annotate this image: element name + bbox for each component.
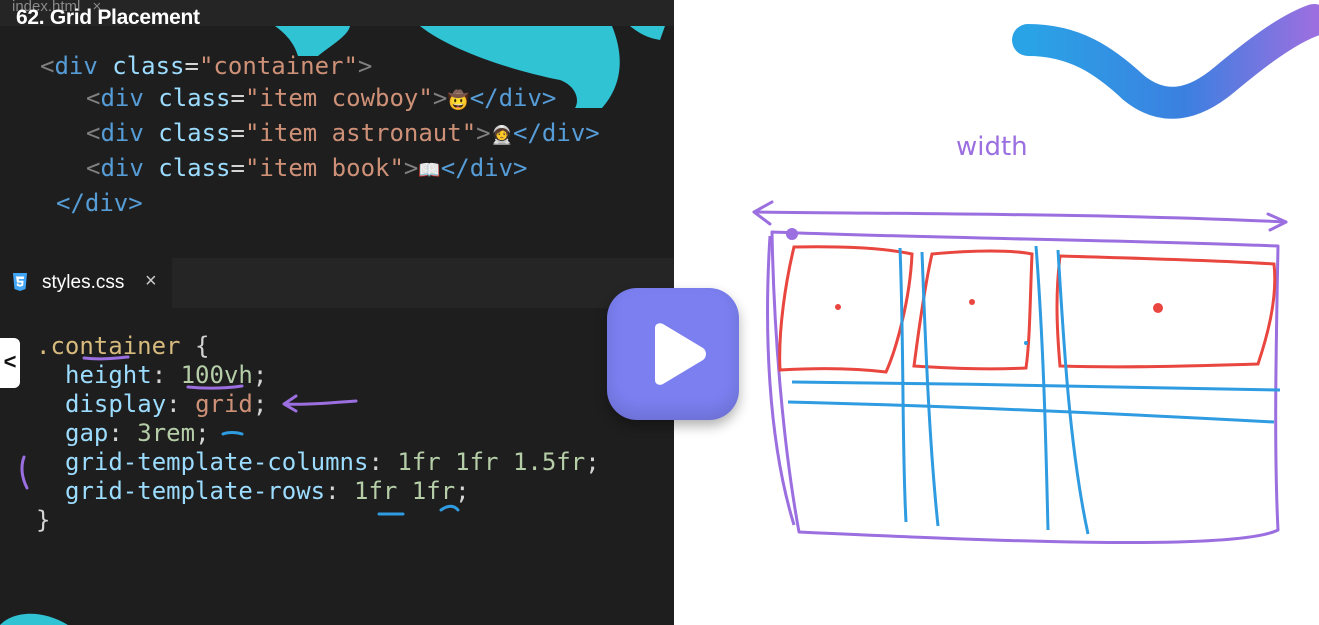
astronaut-emoji: 🧑‍🚀 (490, 125, 514, 146)
css-tab-bar: styles.css × (0, 258, 674, 308)
cowboy-emoji: 🤠 (447, 90, 470, 111)
html-line-4: <div class="item book">📖</div> (86, 154, 528, 182)
html-code-block: <div class="container"> <div class="item … (40, 50, 600, 219)
html-line-3: <div class="item astronaut">🧑‍🚀</div> (86, 119, 600, 147)
css3-icon (13, 273, 27, 291)
book-emoji: 📖 (418, 160, 441, 181)
code-editor: index.html × 62. Grid Placement <div cla… (0, 0, 674, 625)
tab-styles-css[interactable]: styles.css × (0, 258, 172, 308)
css-line-columns: grid-template-columns: 1fr 1fr 1.5fr; (65, 448, 600, 476)
play-button[interactable] (607, 288, 739, 420)
css-line-height: height: 100vh; (65, 361, 268, 389)
whiteboard: width (674, 0, 1319, 625)
chevron-left-icon[interactable]: < (0, 338, 20, 388)
video-title: 62. Grid Placement (16, 6, 200, 29)
html-line-1: <div class="container"> (40, 52, 373, 80)
play-icon (655, 323, 706, 385)
tab-styles-css-label: styles.css (42, 272, 125, 293)
html-line-5: </div> (56, 189, 143, 217)
whiteboard-drawing: width (752, 4, 1319, 545)
css-line-gap: gap: 3rem; (65, 419, 210, 447)
css-line-display: display: grid; (65, 390, 268, 418)
css-line-close: } (36, 506, 51, 534)
decorative-squiggle (1012, 4, 1319, 119)
css-code-block: .container {height: 100vh; display: grid;… (36, 332, 600, 535)
close-icon[interactable]: × (145, 270, 157, 293)
width-label: width (956, 132, 1028, 162)
html-line-2: <div class="item cowboy">🤠</div> (86, 84, 557, 112)
css-line-rows: grid-template-rows: 1fr 1fr; (65, 477, 470, 505)
css-line-selector: .container { (36, 332, 210, 360)
